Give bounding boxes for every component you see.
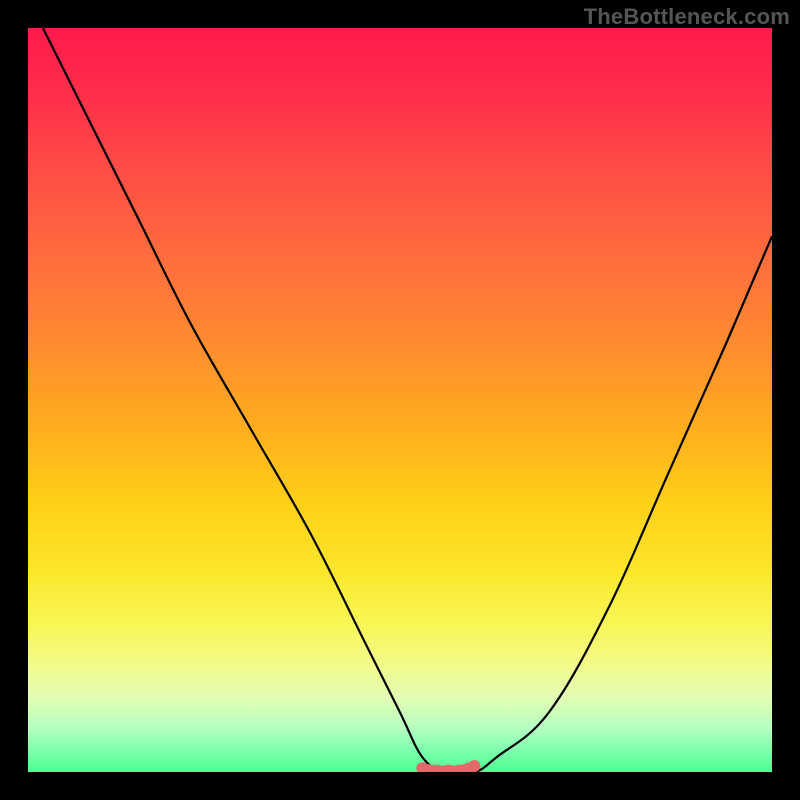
valley-marker-dot [468, 760, 480, 772]
bottleneck-curve-path [43, 28, 772, 772]
valley-marker-dot [416, 762, 428, 772]
bottleneck-curve-svg [28, 28, 772, 772]
watermark-text: TheBottleneck.com [584, 4, 790, 30]
chart-frame: TheBottleneck.com [0, 0, 800, 800]
plot-area [28, 28, 772, 772]
